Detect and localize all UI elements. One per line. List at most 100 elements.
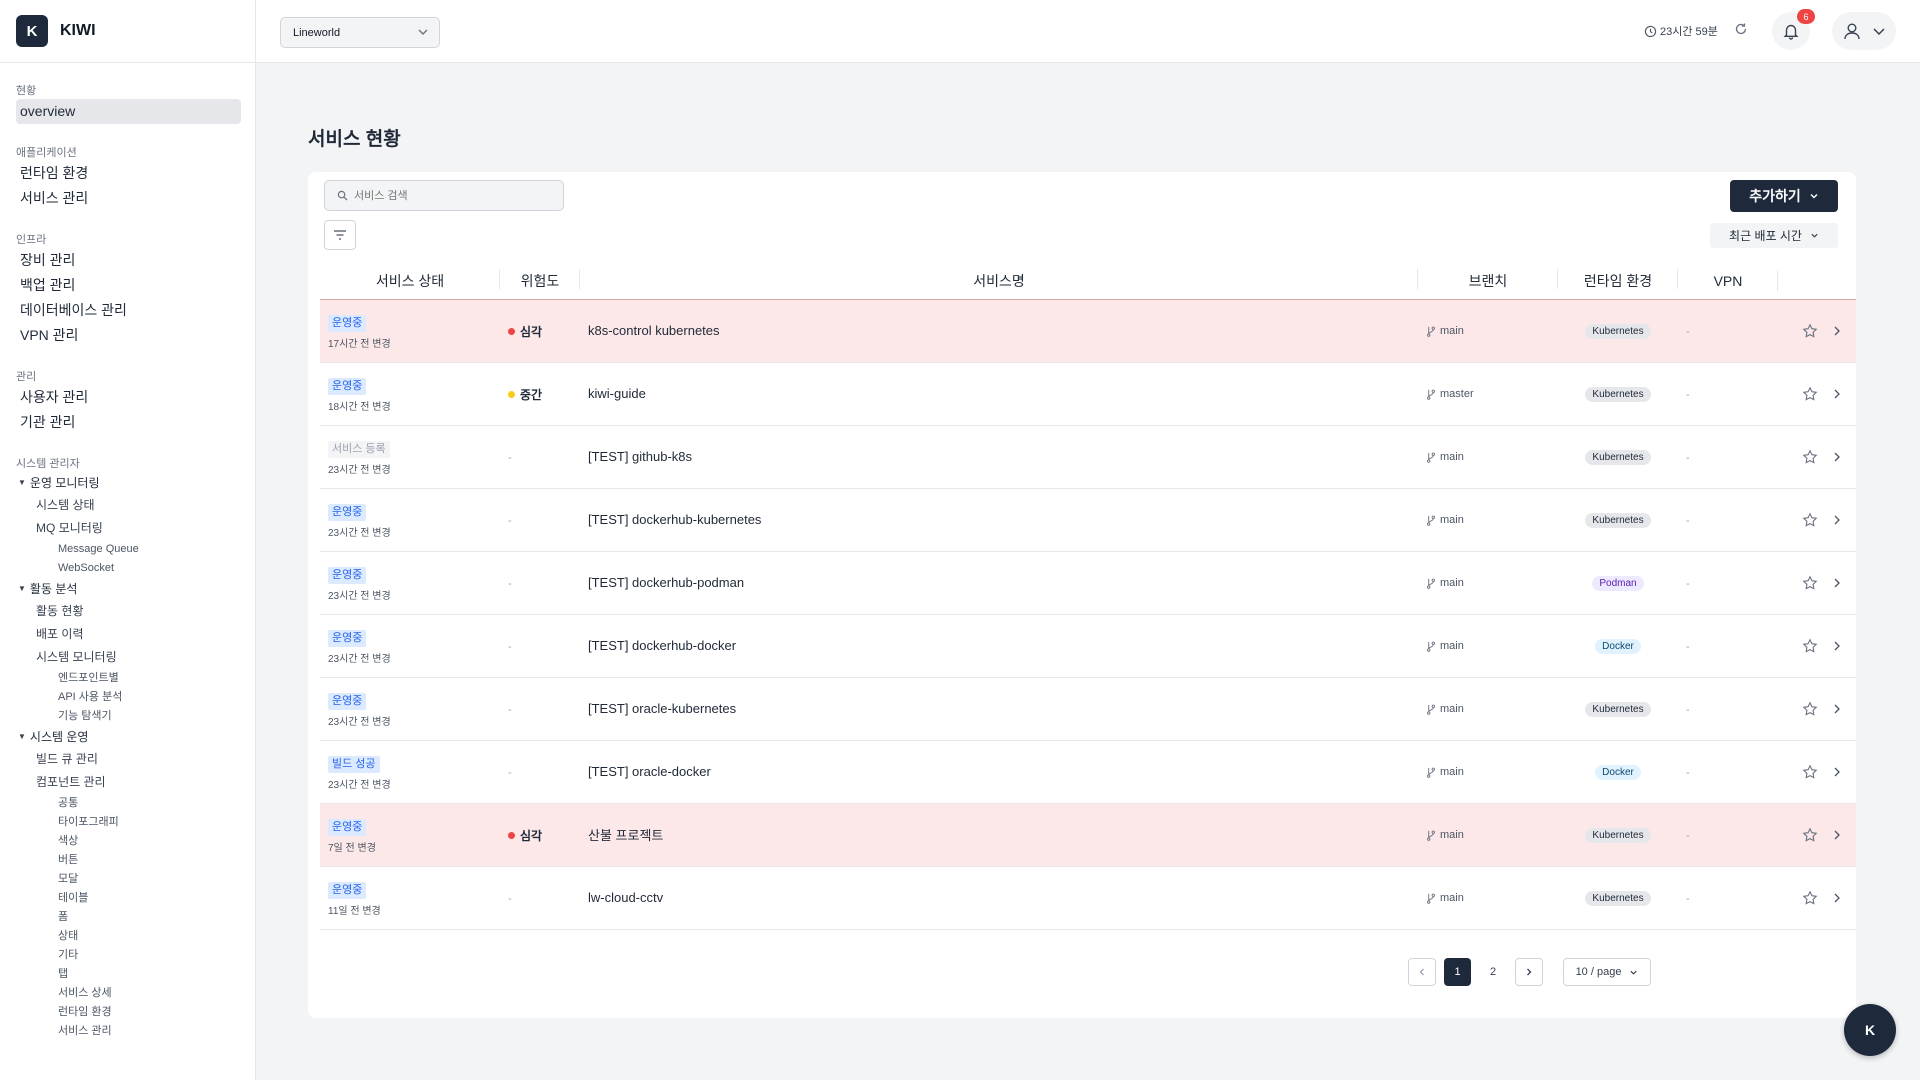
search-input[interactable] (354, 189, 554, 202)
sidebar-item-vpn[interactable]: VPN 관리 (16, 323, 239, 348)
refresh-button[interactable] (1734, 22, 1748, 41)
table-row[interactable]: 운영중 23시간 전 변경 - [TEST] dockerhub-podman main… (320, 552, 1856, 615)
sidebar-item-etc[interactable]: 기타 (16, 946, 239, 965)
service-name-link[interactable]: k8s-control kubernetes (588, 323, 720, 338)
user-menu[interactable] (1832, 12, 1896, 50)
logo[interactable]: K KIWI (0, 0, 255, 63)
service-name-link[interactable]: 산불 프로젝트 (588, 828, 663, 843)
sidebar-item-message-queue[interactable]: Message Queue (16, 540, 239, 559)
prev-page-button[interactable] (1408, 958, 1436, 986)
sidebar-item-feature-explorer[interactable]: 기능 탐색기 (16, 707, 239, 726)
col-branch[interactable]: 브랜치 (1418, 268, 1558, 291)
sidebar-item-api-usage[interactable]: API 사용 분석 (16, 688, 239, 707)
sidebar-item-deploy-history[interactable]: 배포 이력 (16, 623, 239, 646)
sidebar-item-services[interactable]: 서비스 관리 (16, 186, 239, 211)
service-name-link[interactable]: [TEST] github-k8s (588, 449, 692, 464)
star-icon[interactable] (1802, 512, 1818, 528)
sidebar-item-users[interactable]: 사용자 관리 (16, 385, 239, 410)
sidebar-item-activity-status[interactable]: 활동 현황 (16, 600, 239, 623)
sidebar-item-backup[interactable]: 백업 관리 (16, 273, 239, 298)
sidebar-item-table[interactable]: 테이블 (16, 889, 239, 908)
chevron-right-icon[interactable] (1832, 514, 1842, 526)
star-icon[interactable] (1802, 764, 1818, 780)
page-size-select[interactable]: 10 / page (1563, 958, 1651, 986)
sidebar-item-runtime-env[interactable]: 런타임 환경 (16, 1003, 239, 1022)
sidebar-item-components[interactable]: 컴포넌트 관리 (16, 771, 239, 794)
service-name-link[interactable]: kiwi-guide (588, 386, 646, 401)
next-page-button[interactable] (1515, 958, 1543, 986)
sidebar-item-devices[interactable]: 장비 관리 (16, 248, 239, 273)
sidebar-item-build-queue[interactable]: 빌드 큐 관리 (16, 748, 239, 771)
sidebar-item-common[interactable]: 공통 (16, 794, 239, 813)
sidebar-item-colors[interactable]: 색상 (16, 832, 239, 851)
sidebar-item-typography[interactable]: 타이포그래피 (16, 813, 239, 832)
star-icon[interactable] (1802, 827, 1818, 843)
chevron-right-icon[interactable] (1832, 577, 1842, 589)
sidebar-item-buttons[interactable]: 버튼 (16, 851, 239, 870)
service-name-link[interactable]: lw-cloud-cctv (588, 890, 663, 905)
service-name-link[interactable]: [TEST] oracle-docker (588, 764, 711, 779)
service-name-link[interactable]: [TEST] oracle-kubernetes (588, 701, 736, 716)
col-status[interactable]: 서비스 상태 (320, 268, 500, 291)
table-row[interactable]: 운영중 7일 전 변경 심각 산불 프로젝트 main Kubernetes - (320, 804, 1856, 867)
chevron-right-icon[interactable] (1832, 325, 1842, 337)
sort-select[interactable]: 최근 배포 시간 (1710, 223, 1838, 248)
table-row[interactable]: 운영중 23시간 전 변경 - [TEST] dockerhub-kubernetes… (320, 489, 1856, 552)
sidebar-item-state[interactable]: 상태 (16, 927, 239, 946)
star-icon[interactable] (1802, 890, 1818, 906)
group-sysops[interactable]: ▼ 시스템 운영 (18, 726, 239, 748)
star-icon[interactable] (1802, 323, 1818, 339)
page-button-1[interactable]: 1 (1444, 958, 1471, 986)
org-select[interactable]: Lineworld (280, 17, 440, 48)
star-icon[interactable] (1802, 386, 1818, 402)
cell-actions (1778, 449, 1856, 465)
search-box[interactable] (324, 180, 564, 211)
chevron-right-icon[interactable] (1832, 703, 1842, 715)
chevron-right-icon[interactable] (1832, 451, 1842, 463)
filter-button[interactable] (324, 220, 356, 250)
table-row[interactable]: 운영중 23시간 전 변경 - [TEST] oracle-kubernetes mai… (320, 678, 1856, 741)
star-icon[interactable] (1802, 575, 1818, 591)
col-risk[interactable]: 위험도 (500, 268, 580, 291)
col-runtime[interactable]: 런타임 환경 (1558, 268, 1678, 291)
sidebar-item-database[interactable]: 데이터베이스 관리 (16, 298, 239, 323)
sidebar-item-service-detail[interactable]: 서비스 상세 (16, 984, 239, 1003)
group-activity[interactable]: ▼ 활동 분석 (18, 578, 239, 600)
sidebar-item-service-mgmt[interactable]: 서비스 관리 (16, 1022, 239, 1041)
sidebar-item-endpoints[interactable]: 엔드포인트별 (16, 669, 239, 688)
table-row[interactable]: 서비스 등록 23시간 전 변경 - [TEST] github-k8s main Kub… (320, 426, 1856, 489)
star-icon[interactable] (1802, 701, 1818, 717)
service-name-link[interactable]: [TEST] dockerhub-kubernetes (588, 512, 761, 527)
table-row[interactable]: 운영중 11일 전 변경 - lw-cloud-cctv main Kubernetes - (320, 867, 1856, 930)
chevron-right-icon[interactable] (1832, 892, 1842, 904)
page-button-2[interactable]: 2 (1479, 958, 1507, 986)
star-icon[interactable] (1802, 449, 1818, 465)
service-name-link[interactable]: [TEST] dockerhub-podman (588, 575, 744, 590)
assistant-fab[interactable]: K (1844, 1004, 1896, 1056)
chevron-down-icon (1630, 970, 1638, 975)
table-row[interactable]: 빌드 성공 23시간 전 변경 - [TEST] oracle-docker main D… (320, 741, 1856, 804)
table-row[interactable]: 운영중 23시간 전 변경 - [TEST] dockerhub-docker main… (320, 615, 1856, 678)
group-ops-monitoring[interactable]: ▼ 운영 모니터링 (18, 472, 239, 494)
sidebar-item-system-monitoring[interactable]: 시스템 모니터링 (16, 646, 239, 669)
star-icon[interactable] (1802, 638, 1818, 654)
sidebar-item-form[interactable]: 폼 (16, 908, 239, 927)
table-row[interactable]: 운영중 18시간 전 변경 중간 kiwi-guide master Kubernetes… (320, 363, 1856, 426)
sidebar-item-system-status[interactable]: 시스템 상태 (16, 494, 239, 517)
sidebar-item-websocket[interactable]: WebSocket (16, 559, 239, 578)
col-vpn[interactable]: VPN (1678, 270, 1778, 291)
sidebar-item-overview[interactable]: overview (16, 99, 241, 124)
sidebar-item-tabs[interactable]: 탭 (16, 965, 239, 984)
add-button[interactable]: 추가하기 (1730, 180, 1838, 212)
table-row[interactable]: 운영중 17시간 전 변경 심각 k8s-control kubernetes main… (320, 300, 1856, 363)
sidebar-item-orgs[interactable]: 기관 관리 (16, 410, 239, 435)
chevron-right-icon[interactable] (1832, 829, 1842, 841)
chevron-right-icon[interactable] (1832, 640, 1842, 652)
chevron-right-icon[interactable] (1832, 766, 1842, 778)
sidebar-item-mq-monitoring[interactable]: MQ 모니터링 (16, 517, 239, 540)
sidebar-item-runtime[interactable]: 런타임 환경 (16, 161, 239, 186)
chevron-right-icon[interactable] (1832, 388, 1842, 400)
service-name-link[interactable]: [TEST] dockerhub-docker (588, 638, 736, 653)
col-name[interactable]: 서비스명 (580, 268, 1418, 291)
sidebar-item-modal[interactable]: 모달 (16, 870, 239, 889)
